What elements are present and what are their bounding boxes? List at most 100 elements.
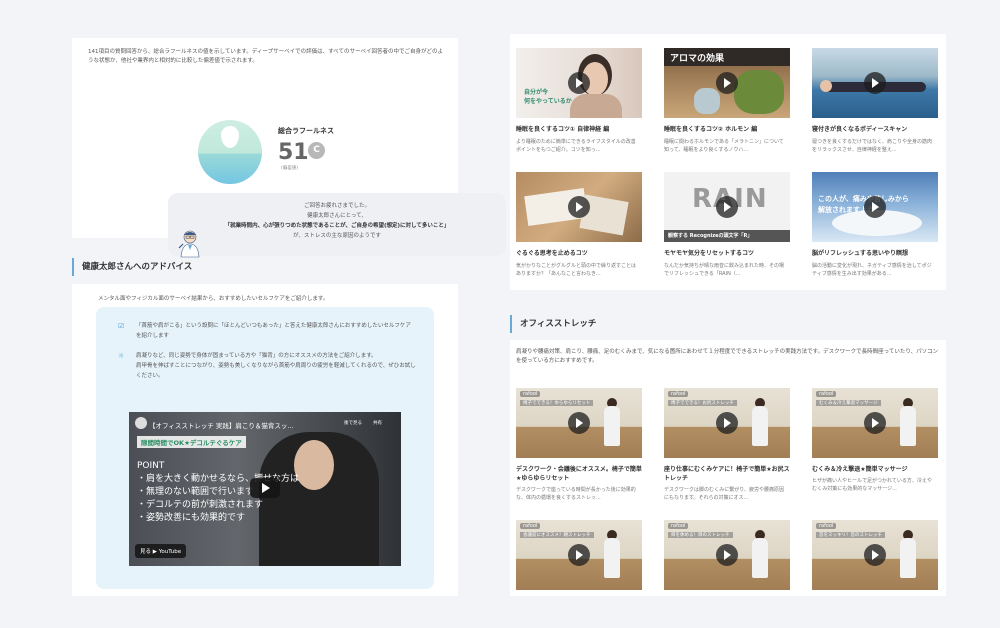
advice-item-text: 肩甲骨を伸ばすことにつながり、姿勢も美しくなりながら首筋や肩周りの疲労を軽減して… <box>136 363 416 379</box>
thumbnail-caption: アロマの効果 <box>670 54 725 64</box>
lightbulb-icon: ☼ <box>118 352 125 360</box>
message-line: が、ストレスの主な原因のようです <box>293 233 381 239</box>
score-gauge <box>198 120 262 184</box>
play-icon[interactable] <box>568 544 590 566</box>
watch-later-button[interactable]: 後で見る <box>344 420 362 426</box>
video-tag: 隙間時間でOK★デコルテぐるケア <box>137 436 246 448</box>
score-description: 141項目の質問回答から、総合ラフールネスの値を示しています。ディープサーベイで… <box>88 49 443 64</box>
thumbnail-caption: 目を休める！目のストレッチ <box>668 532 733 538</box>
channel-badge: rafool <box>520 523 541 529</box>
stretch-video-card[interactable]: rafool 目を休める！目のストレッチ <box>664 520 790 590</box>
message-line: 健康太郎さんにとって、 <box>307 213 367 219</box>
video-title[interactable]: 睡眠を良くするコツ① 自律神経 編 <box>516 125 642 134</box>
video-description: 睡眠に関わるホルモンである「メラトニン」について知って、睡眠をより良くするノウハ… <box>664 139 784 153</box>
thumbnail-caption: 首をスッキリ！首のストレッチ <box>816 532 885 538</box>
video-thumbnail[interactable]: rafool 首をスッキリ！首のストレッチ <box>812 520 938 590</box>
video-title[interactable]: 脳がリフレッシュする思いやり瞑想 <box>812 249 938 258</box>
youtube-video-player[interactable]: 【オフィスストレッチ 実践】肩こり＆猫背スッ... 後で見る 共有 隙間時間でO… <box>129 412 401 566</box>
watch-on-youtube-button[interactable]: 見る ▶ YouTube <box>135 544 187 558</box>
video-thumbnail[interactable]: rafool 目を休める！目のストレッチ <box>664 520 790 590</box>
video-card[interactable]: RAIN 観察する Recognizeの頭文字「R」 モヤモヤ気分をリセットする… <box>664 172 790 277</box>
video-title[interactable]: モヤモヤ気分をリセットするコツ <box>664 249 790 258</box>
video-grid-card: 自分が今 何をやっているか 睡眠を良くするコツ① 自律神経 編 より睡眠のために… <box>510 34 946 290</box>
video-thumbnail[interactable]: rafool 会議前にオススメ！朝ストレッチ <box>516 520 642 590</box>
play-icon[interactable] <box>864 544 886 566</box>
video-title[interactable]: むくみ＆冷え撃退★簡単マッサージ <box>812 465 938 474</box>
play-icon[interactable] <box>250 478 280 498</box>
video-description: ヒザが痛い人やヒールで足がつかれている方、冷えやむくみ対策にも効果的なマッサージ… <box>812 478 932 492</box>
video-title[interactable]: 睡眠を良くするコツ② ホルモン 編 <box>664 125 790 134</box>
video-description: なんだか気持ちが晴な雨音に飲み込まれた時、その場でリフレッシュできる「RAIN（… <box>664 263 785 277</box>
thumbnail-caption: 会議前にオススメ！朝ストレッチ <box>520 532 594 538</box>
stretch-video-card[interactable]: rafool 首をスッキリ！首のストレッチ <box>812 520 938 590</box>
thumbnail-caption: むくみ＆冷え撃退マッサージ <box>816 400 881 406</box>
play-icon[interactable] <box>864 72 886 94</box>
play-icon[interactable] <box>716 196 738 218</box>
video-thumbnail[interactable]: 自分が今 何をやっているか <box>516 48 642 118</box>
video-card[interactable]: この人が、痛みや苦しみから 解放されますように 脳がリフレッシュする思いやり瞑想… <box>812 172 938 277</box>
video-description: 寝つきを良くするだけではなく、肩こりや全身の筋肉をリラックスさせ、自律神経を整え… <box>812 139 933 153</box>
video-thumbnail[interactable]: rafool 椅子でできる！お尻ストレッチ <box>664 388 790 458</box>
video-thumbnail[interactable] <box>516 172 642 242</box>
score-unit: (偏差値) <box>281 166 299 171</box>
video-thumbnail[interactable]: rafool 椅子でできる！ゆらゆらリセット <box>516 388 642 458</box>
video-card[interactable]: 自分が今 何をやっているか 睡眠を良くするコツ① 自律神経 編 より睡眠のために… <box>516 48 642 153</box>
video-description: デスクワークは脚のむくみに繋がり、疲労や腰痛原因にもなります。それらの対策にオス… <box>664 487 785 501</box>
play-icon[interactable] <box>864 196 886 218</box>
play-icon[interactable] <box>716 544 738 566</box>
video-thumbnail[interactable]: rafool むくみ＆冷え撃退マッサージ <box>812 388 938 458</box>
thumbnail-caption: 自分が今 何をやっているか <box>524 89 572 105</box>
video-title[interactable]: 座り仕事にむくみケアに！椅子で簡単★お尻ストレッチ <box>664 465 790 483</box>
stretch-video-card[interactable]: rafool 椅子でできる！お尻ストレッチ 座り仕事にむくみケアに！椅子で簡単★… <box>664 388 790 501</box>
play-icon[interactable] <box>716 412 738 434</box>
channel-badge: rafool <box>816 391 837 397</box>
video-presenter-face <box>294 440 334 490</box>
advice-item-text: 肩凝りなど、同じ姿勢で身体が固まっている方や「猫背」の方にオススメの方法をご紹介… <box>136 353 377 359</box>
video-thumbnail[interactable]: この人が、痛みや苦しみから 解放されますように <box>812 172 938 242</box>
office-stretch-card: 肩凝りや腰痛対策、肩こり、腰痛、足のむくみまで、気になる箇所にあわせて１分程度で… <box>510 340 946 596</box>
stretch-video-card[interactable]: rafool 椅子でできる！ゆらゆらリセット デスクワーク・会議後にオススメ。椅… <box>516 388 642 501</box>
channel-badge: rafool <box>668 523 689 529</box>
stretch-video-card[interactable]: rafool 会議前にオススメ！朝ストレッチ <box>516 520 642 590</box>
channel-badge: rafool <box>520 391 541 397</box>
video-description: デスクワークで座っている時間が長かった後に効果的な、体内の循環を良くするストレッ… <box>516 487 636 501</box>
stress-message-box: ご回答お疲れさまでした。 健康太郎さんにとって、 「就業時間内、心が張りつめた状… <box>168 193 506 256</box>
video-thumbnail[interactable]: アロマの効果 <box>664 48 790 118</box>
thumbnail-caption: 椅子でできる！お尻ストレッチ <box>668 400 737 406</box>
drop-icon <box>221 126 239 148</box>
video-description: 脳の活動に変化が現れ、ネガティブ感情を治してポジティブ感情を生み出す効果がある.… <box>812 263 932 277</box>
play-icon[interactable] <box>568 412 590 434</box>
stretch-video-card[interactable]: rafool むくみ＆冷え撃退マッサージ むくみ＆冷え撃退★簡単マッサージ ヒザ… <box>812 388 938 492</box>
video-title[interactable]: 寝付きが良くなるボディースキャン <box>812 125 938 134</box>
video-thumbnail[interactable] <box>812 48 938 118</box>
advice-heading: 健康太郎さんへのアドバイス <box>72 258 192 276</box>
video-card[interactable]: 寝付きが良くなるボディースキャン 寝つきを良くするだけではなく、肩こりや全身の筋… <box>812 48 938 153</box>
video-card[interactable]: ぐるぐる思考を止めるコツ 気がかりなことがグルグルと頭の中で繰り返すことはありま… <box>516 172 642 277</box>
video-description: より睡眠のために簡単にできるライフスタイルの改善ポイントをもつご紹介。コツを知っ… <box>516 139 636 153</box>
score-summary-card: 141項目の質問回答から、総合ラフールネスの値を示しています。ディープサーベイで… <box>72 38 506 258</box>
video-description: 気がかりなことがグルグルと頭の中で繰り返すことはありますか？「あんなこと言わなき… <box>516 263 637 277</box>
doctor-avatar-icon <box>178 230 200 258</box>
check-circle-icon: ☑ <box>118 322 125 330</box>
video-title[interactable]: 【オフィスストレッチ 実践】肩こり＆猫背スッ... <box>149 420 294 430</box>
video-thumbnail[interactable]: RAIN 観察する Recognizeの頭文字「R」 <box>664 172 790 242</box>
advice-box: ☑ 「首筋や肩がこる」という設問に「ほとんどいつもあった」と答えた健康太郎さんに… <box>96 307 434 589</box>
channel-logo-icon[interactable] <box>135 417 147 429</box>
advice-card: メンタル面やフィジカル面のサーベイ結果から、おすすめしたいセルフケアをご紹介しま… <box>72 284 458 596</box>
advice-item-text: 「首筋や肩がこる」という設問に「ほとんどいつもあった」と答えた健康太郎さんにおす… <box>136 323 411 339</box>
share-button[interactable]: 共有 <box>373 420 382 426</box>
play-icon[interactable] <box>716 72 738 94</box>
play-icon[interactable] <box>568 196 590 218</box>
video-title[interactable]: デスクワーク・会議後にオススメ。椅子で簡単★ゆらゆらリセット <box>516 465 642 483</box>
video-card[interactable]: アロマの効果 睡眠を良くするコツ② ホルモン 編 睡眠に関わるホルモンである「メ… <box>664 48 790 153</box>
thumbnail-caption: 椅子でできる！ゆらゆらリセット <box>520 400 594 406</box>
play-icon[interactable] <box>568 72 590 94</box>
score-value: 51 <box>278 140 309 165</box>
advice-intro: メンタル面やフィジカル面のサーベイ結果から、おすすめしたいセルフケアをご紹介しま… <box>98 296 329 302</box>
channel-badge: rafool <box>668 391 689 397</box>
video-title[interactable]: ぐるぐる思考を止めるコツ <box>516 249 642 258</box>
office-stretch-intro: 肩凝りや腰痛対策、肩こり、腰痛、足のむくみまで、気になる箇所にあわせて１分程度で… <box>516 349 939 364</box>
message-highlight: 「就業時間内、心が張りつめた状態であることが、ご自身の希望(想定)に対して多いこ… <box>224 223 450 229</box>
channel-badge: rafool <box>816 523 837 529</box>
play-icon[interactable] <box>864 412 886 434</box>
